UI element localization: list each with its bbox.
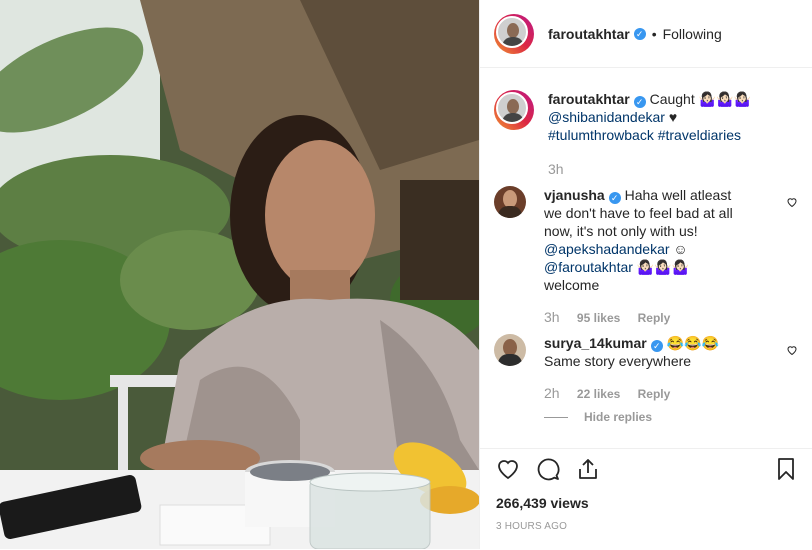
- caption-avatar[interactable]: [494, 90, 534, 130]
- comment-item: surya_14kumar ✓ 😂😂😂Same story everywhere …: [494, 334, 798, 403]
- verified-icon: ✓: [633, 27, 646, 40]
- share-icon[interactable]: [576, 457, 600, 481]
- view-count[interactable]: 266,439 views: [496, 495, 589, 511]
- author-avatar-image: [496, 15, 528, 48]
- comment-likes[interactable]: 95 likes: [577, 311, 620, 325]
- comment-mention[interactable]: @faroutakhtar: [544, 259, 633, 275]
- instagram-post: faroutakhtar ✓ • Following faroutakhtar ✓…: [0, 0, 812, 549]
- post-actions: 266,439 views 3 HOURS AGO: [480, 448, 812, 550]
- verified-icon: ✓: [633, 96, 646, 108]
- comment-time[interactable]: 3h: [544, 309, 560, 325]
- comment-avatar[interactable]: [494, 334, 526, 366]
- verified-icon: ✓: [650, 340, 663, 352]
- caption-avatar-image: [496, 92, 528, 124]
- comment-item: vjanusha ✓ Haha well atleast we don't hav…: [494, 186, 798, 327]
- heart-icon[interactable]: [496, 457, 520, 481]
- comments-section: faroutakhtar ✓ Caught 🤷🏻‍♀️🤷🏻‍♀️🤷🏻‍♀️ @sh…: [480, 68, 812, 448]
- comment-username[interactable]: vjanusha: [544, 187, 605, 203]
- caption-time[interactable]: 3h: [548, 161, 564, 177]
- comment-icon[interactable]: [536, 457, 560, 481]
- caption-username[interactable]: faroutakhtar: [548, 91, 630, 107]
- verified-icon: ✓: [608, 192, 621, 204]
- heart-icon[interactable]: [786, 196, 798, 208]
- comment-text-suffix: ☺: [669, 241, 688, 257]
- comment-avatar[interactable]: [494, 186, 526, 218]
- reply-button[interactable]: Reply: [638, 311, 671, 325]
- comment-likes[interactable]: 22 likes: [577, 387, 620, 401]
- reply-button[interactable]: Reply: [638, 387, 671, 401]
- comment-time[interactable]: 2h: [544, 385, 560, 401]
- heart-icon[interactable]: [786, 344, 798, 356]
- caption-mention[interactable]: @shibanidandekar: [548, 109, 665, 125]
- hide-replies-line: [544, 417, 568, 419]
- post-sidebar: faroutakhtar ✓ • Following faroutakhtar ✓…: [479, 0, 812, 549]
- video-frame: [0, 0, 479, 549]
- author-username[interactable]: faroutakhtar: [548, 26, 630, 42]
- caption: faroutakhtar ✓ Caught 🤷🏻‍♀️🤷🏻‍♀️🤷🏻‍♀️ @sh…: [494, 90, 798, 178]
- hide-replies-button[interactable]: Hide replies: [544, 410, 652, 424]
- bookmark-icon[interactable]: [774, 457, 798, 481]
- caption-hashtag-traveldiaries[interactable]: #traveldiaries: [658, 127, 741, 143]
- comment-mention[interactable]: @apekshadandekar: [544, 241, 670, 257]
- post-timestamp[interactable]: 3 HOURS AGO: [496, 521, 567, 532]
- caption-heart: ♥: [668, 109, 678, 125]
- caption-text: Caught 🤷🏻‍♀️🤷🏻‍♀️🤷🏻‍♀️: [649, 91, 751, 107]
- follow-separator: •: [651, 25, 657, 42]
- post-video[interactable]: [0, 0, 479, 549]
- hide-replies-label: Hide replies: [584, 410, 653, 424]
- caption-hashtag-tulumthrowback[interactable]: #tulumthrowback: [548, 127, 654, 143]
- post-header: faroutakhtar ✓ • Following: [480, 0, 812, 68]
- comment-username[interactable]: surya_14kumar: [544, 335, 647, 351]
- following-button[interactable]: Following: [663, 26, 722, 42]
- author-avatar[interactable]: [494, 13, 534, 54]
